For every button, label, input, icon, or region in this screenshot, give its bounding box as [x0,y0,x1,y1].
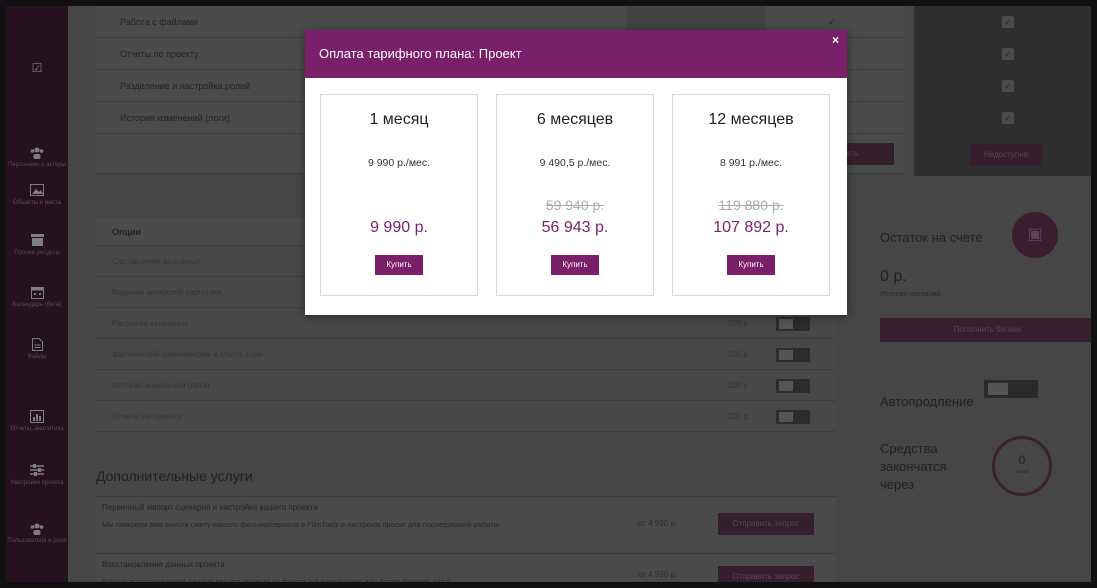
funds-label: Средства закончатся через [880,441,947,492]
sidebar-item-label: Календарь (бета) [12,302,62,308]
plan-title: 1 месяц [369,111,429,128]
feature-label: Работа с файлами [120,17,199,27]
service-title: Первичный импорт сценария и настройка ва… [102,503,318,512]
sidebar-item-project-settings[interactable]: Настройки проекта [6,464,68,487]
option-price: 100 р. [727,350,750,359]
service-row: Первичный импорт сценария и настройка ва… [96,496,836,552]
plan-monthly-price: 9 490,5 р./мес. [539,157,611,169]
sidebar-item-label: Файлы [27,354,47,360]
table-row: Фактический хронометраж и статус сцен 10… [96,339,836,370]
sidebar-item-reports[interactable]: Отчеты, аналитика [6,410,68,433]
account-panel: Остаток на счете ▣ 0 р. История операций… [866,186,1091,516]
file-icon [30,338,44,351]
wallet-icon: ▣ [1012,212,1058,258]
checkbox-icon: ☑ [31,61,43,75]
sidebar-item-resources[interactable]: Прочие ресурсы [6,234,68,257]
funds-value: 0 [1018,453,1026,467]
buy-button[interactable]: Купить [727,255,775,275]
plan-old-price: 119 880 р. [718,197,784,213]
plan-monthly-price: 9 990 р./мес. [367,157,431,169]
plan-total-price: 107 892 р. [713,219,789,236]
balance-amount: 0 р. [880,268,907,285]
option-toggle[interactable] [776,410,810,424]
option-toggle[interactable] [776,379,810,393]
calendar-icon [30,286,44,299]
feature-label: История изменений (логи) [120,113,230,123]
plan-card-6-months: 6 месяцев 9 490,5 р./мес. 59 940 р. 56 9… [496,94,654,296]
sliders-icon [30,464,44,477]
table-row: История изменений (логи) 100 р. [96,370,836,401]
service-price: от 4 990 р. [638,570,678,579]
autorenew-label: Автопродление [880,394,974,409]
users-icon [30,522,44,535]
sidebar-item-label: Пользователи и роли [7,538,67,544]
app-frame: ☑ Персонажи и актеры Объекты и места Про… [0,0,1097,588]
sidebar-item-users[interactable]: Пользователи и роли [6,522,68,545]
history-link[interactable]: История операций [880,291,940,298]
service-desc: Ручное восстановление данных вашего прое… [102,577,451,586]
plan-title: 6 месяцев [536,111,614,128]
option-label: История изменений (логи) [112,381,210,390]
service-title: Восстановление данных проекта [102,560,225,569]
feature-label: Отчеты по проекту [120,49,199,59]
feature-label: Разделение и настройка ролей [120,81,251,91]
chart-icon [30,410,44,423]
sidebar-item-label: Настройки проекта [10,480,64,486]
funds-unit: часов [1015,469,1029,475]
plan-total-price: 9 990 р. [370,219,428,236]
option-price: 100 р. [727,412,750,421]
option-label: Отчеты по проекту [112,412,182,421]
option-price: 100 р. [727,381,750,390]
users-icon [30,146,44,159]
plan-card-1-month: 1 месяц 9 990 р./мес. 9 990 р. Купить [320,94,478,296]
payment-modal: Оплата тарифного плана: Проект × 1 месяц… [305,30,847,315]
buy-button[interactable]: Купить [375,255,423,275]
close-icon[interactable]: × [832,28,839,52]
topup-button[interactable]: Пополнить баланс [880,318,1091,342]
extra-services-title: Дополнительные услуги [96,468,253,484]
sidebar-item-checklist[interactable]: ☑ [6,62,68,75]
buy-button[interactable]: Купить [551,255,599,275]
service-row: Восстановление данных проекта Ручное вос… [96,553,836,586]
modal-title: Оплата тарифного плана: Проект [319,46,522,61]
plan-column: ✓ ✓ ✓ ✓ Недоступно [914,6,1091,176]
sidebar-item-label: Прочие ресурсы [14,250,60,256]
checkbox-icon: ✓ [826,16,838,28]
balance-title: Остаток на счете [880,230,983,245]
option-label: Ведение актерской картотеки [112,288,222,297]
option-toggle[interactable] [776,348,810,362]
funds-counter: 0 часов [992,436,1052,496]
sidebar-item-calendar[interactable]: Календарь (бета) [6,286,68,309]
sidebar-item-objects[interactable]: Объекты и места [6,184,68,207]
sidebar: ☑ Персонажи и актеры Объекты и места Про… [6,6,68,582]
sidebar-item-label: Отчеты, аналитика [10,426,64,432]
checkbox-icon: ✓ [1002,48,1014,60]
service-desc: Мы поможем вам внести смету вашего фильм… [102,520,499,529]
plan-old-price: 59 940 р. [545,197,605,213]
sidebar-item-cast[interactable]: Персонажи и актеры [6,146,68,169]
plan-title: 12 месяцев [708,111,794,128]
send-request-button[interactable]: Отправить запрос [718,513,814,535]
plan-monthly-price: 8 991 р./мес. [719,157,783,169]
service-price: от 4 990 р. [638,519,678,528]
checkbox-icon: ✓ [1002,112,1014,124]
sidebar-item-label: Объекты и места [13,200,61,206]
option-label: Рассылка вызывных [112,319,189,328]
unavailable-button[interactable]: Недоступно [970,144,1042,166]
sidebar-item-label: Персонажи и актеры [8,162,66,168]
box-icon [30,234,44,247]
plan-total-price: 56 943 р. [541,219,609,236]
option-label: Составление вызывных [112,257,201,266]
autorenew-toggle[interactable] [984,380,1038,398]
image-icon [30,184,44,197]
checkbox-icon: ✓ [1002,80,1014,92]
modal-header: Оплата тарифного плана: Проект × [305,30,847,78]
table-row: Отчеты по проекту 100 р. [96,401,836,432]
checkbox-icon: ✓ [1002,16,1014,28]
plan-card-12-months: 12 месяцев 8 991 р./мес. 119 880 р. 107 … [672,94,830,296]
sidebar-item-files[interactable]: Файлы [6,338,68,361]
option-label: Фактический хронометраж и статус сцен [112,350,263,359]
option-toggle[interactable] [776,317,810,331]
send-request-button[interactable]: Отправить запрос [718,566,814,582]
